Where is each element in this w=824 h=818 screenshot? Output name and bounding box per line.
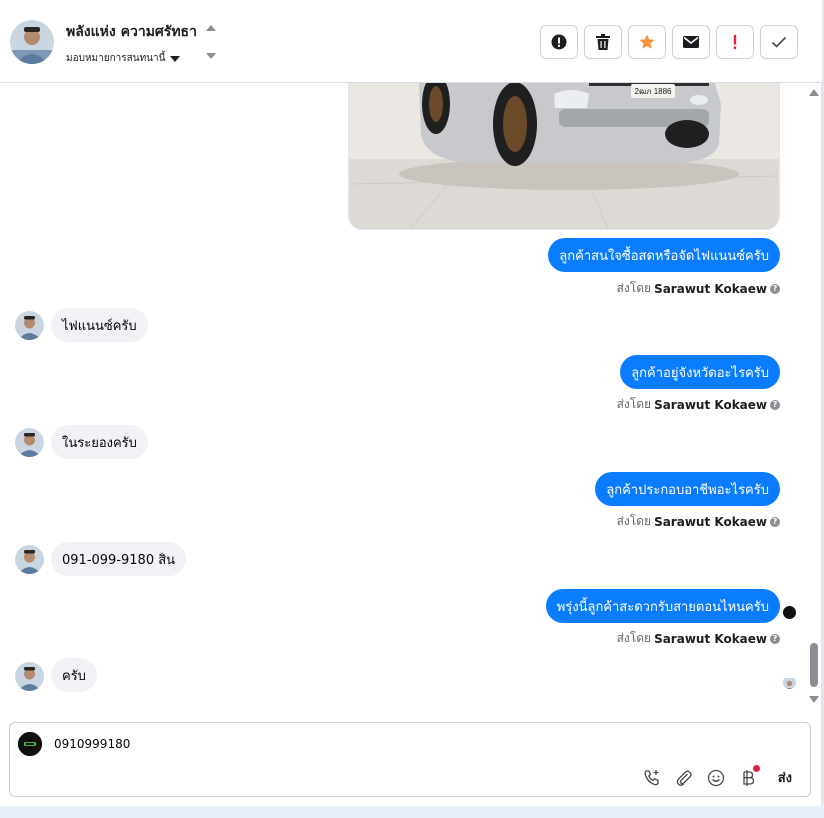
outgoing-message[interactable]: ลูกค้าประกอบอาชีพอะไรครับ (595, 472, 780, 506)
star-icon (639, 34, 655, 49)
sent-by-label: ส่งโดย (616, 631, 652, 645)
outgoing-message[interactable]: ลูกค้าอยู่จังหวัดอะไรครับ (620, 355, 780, 389)
contact-avatar-small[interactable] (15, 311, 44, 340)
help-icon[interactable]: ? (770, 399, 780, 410)
incoming-message[interactable]: 091-099-9180 สิน (51, 542, 187, 576)
incoming-message[interactable]: ในระยองครับ (51, 425, 148, 459)
trash-icon (596, 34, 610, 50)
conversation-header: พลังแห่ง ความศรัทธา มอบหมายการสนทนานี้ (0, 0, 822, 83)
sent-by-info: ส่งโดย Sarawut Kokaew ? (617, 629, 780, 648)
contact-name[interactable]: พลังแห่ง ความศรัทธา (66, 21, 197, 43)
follow-up-button[interactable] (716, 25, 754, 59)
page-seen-indicator (783, 606, 796, 619)
chevron-down-icon (170, 55, 181, 62)
message-input[interactable]: 0910999180 (54, 737, 130, 751)
page-footer-band (0, 806, 824, 818)
conversation-actions (540, 25, 798, 59)
contact-avatar-small[interactable] (15, 545, 44, 574)
incoming-message[interactable]: ไฟแนนซ์ครับ (51, 308, 148, 342)
help-icon[interactable]: ? (770, 283, 780, 294)
car-photo-attachment[interactable]: 2ฒภ 1886 (348, 83, 780, 230)
check-icon (771, 36, 787, 48)
page-avatar (18, 732, 42, 756)
exclamation-icon (733, 35, 737, 49)
mark-done-button[interactable] (760, 25, 798, 59)
paperclip-icon (676, 770, 692, 786)
sent-by-label: ส่งโดย (616, 281, 652, 295)
contact-avatar-small[interactable] (15, 428, 44, 457)
sender-name[interactable]: Sarawut Kokaew (654, 398, 767, 412)
sent-by-label: ส่งโดย (616, 397, 652, 411)
send-button[interactable]: ส่ง (778, 767, 792, 788)
mark-spam-button[interactable] (540, 25, 578, 59)
sender-name[interactable]: Sarawut Kokaew (654, 632, 767, 646)
mark-unread-button[interactable] (672, 25, 710, 59)
incoming-message[interactable]: ครับ (51, 658, 97, 692)
alert-circle-icon (551, 34, 567, 50)
assign-label: มอบหมายการสนทนานี้ (66, 53, 166, 64)
envelope-icon (683, 36, 699, 48)
phone-plus-icon (644, 769, 659, 785)
sent-by-label: ส่งโดย (616, 514, 652, 528)
sent-by-info: ส่งโดย Sarawut Kokaew ? (617, 512, 780, 531)
sent-by-info: ส่งโดย Sarawut Kokaew ? (617, 395, 780, 414)
emoji-button[interactable] (706, 768, 726, 788)
scroll-up-arrow[interactable] (809, 89, 819, 96)
message-composer[interactable]: 0910999180 ส่ง (9, 722, 811, 797)
scrollbar-thumb[interactable] (810, 643, 818, 687)
contact-avatar-small[interactable] (15, 662, 44, 691)
sort-toggle-icon[interactable] (204, 22, 218, 62)
license-plate: 2ฒภ 1886 (635, 87, 673, 96)
help-icon[interactable]: ? (770, 633, 780, 644)
star-button[interactable] (628, 25, 666, 59)
assign-conversation-dropdown[interactable]: มอบหมายการสนทนานี้ (66, 51, 181, 66)
contact-avatar[interactable] (10, 20, 54, 64)
contact-seen-avatar (783, 676, 796, 689)
outgoing-message[interactable]: ลูกค้าสนใจซื้อสดหรือจัดไฟแนนซ์ครับ (548, 238, 780, 272)
message-thread[interactable]: 2ฒภ 1886 ลูกค้าสนใจซื้อสดหรือจัดไฟแนนซ์ค… (0, 83, 808, 711)
baht-icon (743, 769, 754, 786)
notification-dot (752, 764, 760, 772)
scroll-down-arrow[interactable] (809, 696, 819, 703)
outgoing-message[interactable]: พรุ่งนี้ลูกค้าสะดวกรับสายตอนไหนครับ (545, 589, 780, 623)
sender-name[interactable]: Sarawut Kokaew (654, 282, 767, 296)
help-icon[interactable]: ? (770, 516, 780, 527)
composer-toolbar: ส่ง (642, 764, 792, 788)
smiley-icon (707, 769, 724, 786)
delete-button[interactable] (584, 25, 622, 59)
sender-name[interactable]: Sarawut Kokaew (654, 515, 767, 529)
call-button[interactable] (642, 768, 662, 788)
attach-file-button[interactable] (674, 768, 694, 788)
sent-by-info: ส่งโดย Sarawut Kokaew ? (617, 279, 780, 298)
payment-button[interactable] (738, 764, 760, 788)
